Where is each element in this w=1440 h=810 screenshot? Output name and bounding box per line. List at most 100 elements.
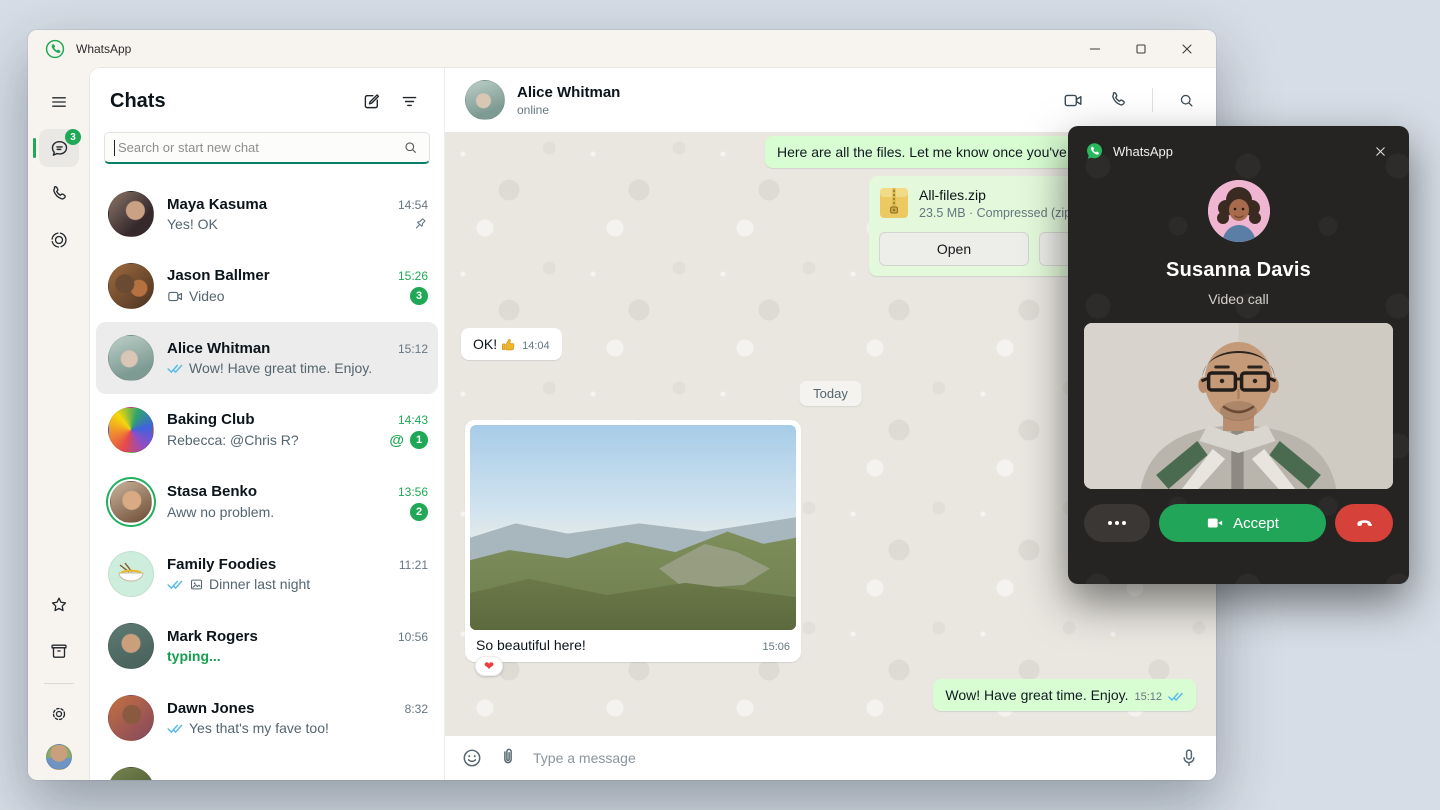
voice-call-button[interactable] (1108, 90, 1128, 110)
new-chat-button[interactable] (352, 83, 390, 119)
search-conversation-button[interactable] (1177, 91, 1196, 110)
maximize-button[interactable] (1118, 33, 1164, 65)
thumbs-up-emoji (501, 337, 516, 352)
avatar-with-status-ring (110, 481, 152, 523)
chat-preview: Dinner last night (209, 576, 310, 592)
search-icon (402, 139, 419, 156)
sidebar-item-starred[interactable] (28, 583, 90, 627)
chat-time: 15:26 (398, 269, 428, 283)
close-button[interactable] (1164, 33, 1210, 65)
titlebar: WhatsApp (28, 30, 1216, 68)
sidebar-item-settings[interactable] (28, 692, 90, 736)
emoji-button[interactable] (461, 747, 483, 769)
chat-list-item-maya[interactable]: Maya Kasuma14:54 Yes! OK (96, 178, 438, 250)
chat-time: 14:54 (398, 198, 428, 212)
chat-name: Dawn Jones (167, 700, 397, 717)
chat-list-item-baking-club[interactable]: Baking Club14:43 Rebecca: @Chris R? @1 (96, 394, 438, 466)
chat-preview: Aww no problem. (167, 504, 274, 520)
rail-divider (44, 683, 74, 684)
read-ticks-icon (167, 363, 184, 374)
avatar (108, 767, 154, 780)
calls-icon (49, 184, 69, 204)
avatar (108, 191, 154, 237)
unread-badge: 2 (410, 503, 428, 521)
contact-status: online (517, 103, 620, 117)
avatar (108, 263, 154, 309)
minimize-icon (1087, 41, 1103, 57)
page-title: Chats (110, 90, 352, 113)
open-file-button[interactable]: Open (879, 232, 1029, 266)
dismiss-call-popup-button[interactable] (1367, 138, 1393, 164)
message-text: Wow! Have great time. Enjoy. (945, 687, 1128, 703)
typing-indicator: typing... (167, 648, 221, 664)
sidebar-item-chats[interactable]: 3 (28, 126, 90, 170)
message-input[interactable] (533, 750, 1164, 766)
filter-chats-button[interactable] (390, 83, 428, 119)
message-input-bar (445, 736, 1216, 780)
unread-badge: 3 (410, 287, 428, 305)
accept-call-button[interactable]: Accept (1159, 504, 1326, 542)
incoming-call-popup: WhatsApp Susanna Davis Video call (1068, 126, 1409, 584)
read-ticks-icon (167, 579, 184, 590)
sidebar-item-archived[interactable] (28, 629, 90, 673)
more-options-button[interactable] (1084, 504, 1150, 542)
search-box[interactable] (104, 132, 430, 164)
archive-icon (49, 641, 69, 661)
status-icon (49, 230, 69, 250)
menu-button[interactable] (28, 80, 90, 124)
date-divider: Today (799, 381, 862, 406)
chat-list-item-jason[interactable]: Jason Ballmer15:26 Video 3 (96, 250, 438, 322)
profile-avatar[interactable] (46, 744, 72, 770)
caller-avatar (1208, 180, 1270, 242)
contact-name: Alice Whitman (517, 84, 620, 101)
message-incoming-photo[interactable]: So beautiful here! 15:06 ❤ (465, 420, 801, 662)
chat-time: 8:32 (405, 702, 428, 716)
message-text: Here are all the files. Let me know once… (777, 144, 1086, 160)
chat-time: 10:56 (398, 630, 428, 644)
contact-avatar[interactable] (465, 80, 505, 120)
photo-thumbnail[interactable] (470, 425, 796, 630)
mention-icon: @ (389, 432, 404, 449)
whatsapp-logo-icon (1084, 141, 1104, 161)
noodle-bowl-icon (116, 562, 146, 586)
chat-preview: Video (189, 288, 225, 304)
chat-preview: Rebecca: @Chris R? (167, 432, 299, 448)
popup-app-title: WhatsApp (1113, 144, 1173, 159)
search-input[interactable] (118, 140, 402, 155)
chat-list-item-dawn[interactable]: Dawn Jones8:32 Yes that's my fave too! (96, 682, 438, 754)
minimize-button[interactable] (1072, 33, 1118, 65)
chat-list-item-ziggy[interactable]: Ziggy Woodley8:12 (96, 754, 438, 780)
close-icon (1179, 41, 1195, 57)
chat-list: Maya Kasuma14:54 Yes! OK Jason Ballmer15… (90, 176, 444, 780)
chat-name: Maya Kasuma (167, 196, 390, 213)
chat-list-item-alice[interactable]: Alice Whitman15:12 Wow! Have great time.… (96, 322, 438, 394)
accept-label: Accept (1233, 515, 1279, 532)
video-call-button[interactable] (1063, 90, 1084, 111)
message-outgoing-wow[interactable]: Wow! Have great time. Enjoy. 15:12 (933, 679, 1196, 711)
chat-list-item-mark[interactable]: Mark Rogers 10:56 typing... (96, 610, 438, 682)
chat-name: Family Foodies (167, 556, 391, 573)
new-chat-icon (361, 91, 382, 112)
chat-list-item-stasa[interactable]: Stasa Benko13:56 Aww no problem. 2 (96, 466, 438, 538)
attach-button[interactable] (497, 747, 519, 769)
menu-icon (49, 92, 69, 112)
decline-call-button[interactable] (1335, 504, 1393, 542)
message-incoming-ok[interactable]: OK! 14:04 (461, 328, 562, 360)
avatar (108, 623, 154, 669)
sidebar-item-calls[interactable] (28, 172, 90, 216)
header-divider (1152, 88, 1153, 112)
chat-preview: Wow! Have great time. Enjoy. (189, 360, 372, 376)
sidebar-item-status[interactable] (28, 218, 90, 262)
whatsapp-window: WhatsApp 3 Cha (28, 30, 1216, 780)
chats-unread-badge: 3 (65, 129, 81, 145)
zip-file-icon (879, 186, 909, 220)
chat-name: Stasa Benko (167, 483, 390, 500)
chat-name: Mark Rogers (167, 628, 390, 645)
pin-icon (412, 216, 428, 232)
chat-time: 11:21 (399, 558, 428, 572)
heart-reaction[interactable]: ❤ (475, 656, 503, 676)
chat-list-item-family-foodies[interactable]: Family Foodies 11:21 Dinner last night (96, 538, 438, 610)
chat-name: Baking Club (167, 411, 390, 428)
caller-video-preview (1084, 323, 1393, 489)
mic-button[interactable] (1178, 747, 1200, 769)
